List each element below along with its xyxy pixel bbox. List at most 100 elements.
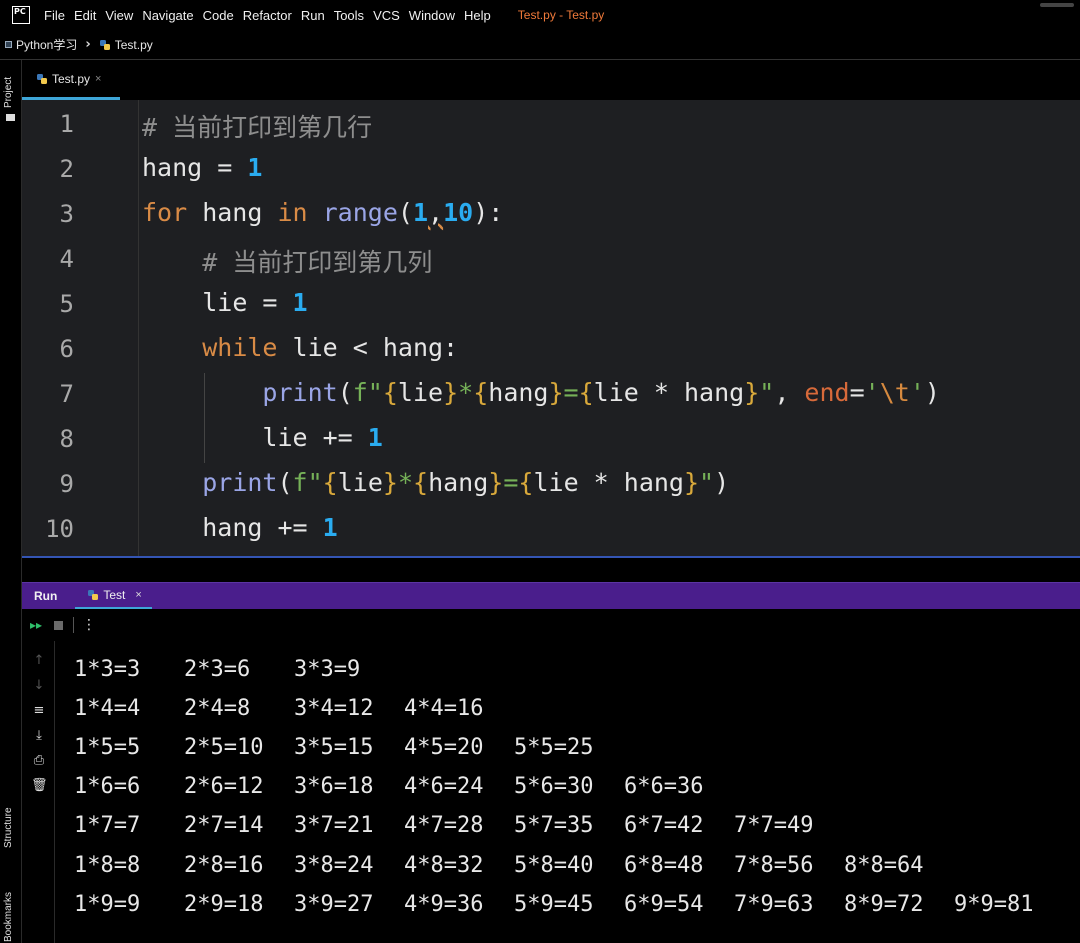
python-file-icon — [99, 39, 110, 50]
line-number-gutter: 1 2 3 4 5 6 7 8 9 10 — [22, 100, 139, 556]
output-cell: 7*7=49 — [734, 813, 814, 838]
console-line: 1*8=8 2*8=16 3*8=24 4*8=32 5*8=40 6*8=48 7*8=5… — [74, 853, 954, 883]
window-drag-handle[interactable] — [1040, 3, 1074, 7]
line-number: 10 — [45, 515, 74, 543]
code-string: f" — [292, 468, 323, 497]
code-text: lie < hang: — [277, 333, 459, 362]
code-line-6: while lie < hang: — [142, 333, 458, 362]
code-string: ' — [864, 378, 880, 407]
soft-wrap-icon[interactable]: ≡ — [31, 703, 47, 718]
output-cell: 6*7=42 — [624, 813, 704, 838]
output-cell: 4*7=28 — [404, 813, 484, 838]
bookmarks-tool-button[interactable]: Bookmarks — [3, 892, 14, 942]
code-editor[interactable]: 1 2 3 4 5 6 7 8 9 10 # 当前打印到第几行 hang = 1… — [22, 100, 1080, 558]
project-tool-button[interactable]: Project — [3, 77, 14, 108]
line-number: 7 — [59, 380, 74, 408]
output-cell: 2*7=14 — [184, 813, 264, 838]
code-identifier: lie * hang — [533, 468, 684, 497]
code-identifier: hang — [187, 198, 278, 227]
code-escape: \t — [879, 378, 910, 407]
menu-help[interactable]: Help — [464, 8, 491, 23]
code-punct: ) — [924, 378, 940, 407]
python-run-config-icon — [88, 589, 99, 600]
pycharm-logo-icon: PC — [12, 6, 30, 24]
print-icon[interactable]: ⎙ — [31, 753, 47, 768]
window-title: Test.py - Test.py — [517, 8, 605, 22]
output-cell: 5*9=45 — [514, 892, 594, 917]
menu-vcs[interactable]: VCS — [373, 8, 400, 23]
tab-test-py[interactable]: Test.py × — [22, 61, 120, 100]
code-operator: = — [202, 153, 248, 182]
output-cell: 2*3=6 — [184, 657, 251, 682]
output-cell: 1*8=8 — [74, 853, 141, 878]
code-number: 1 — [367, 423, 383, 452]
menu-run[interactable]: Run — [301, 8, 325, 23]
output-cell: 2*8=16 — [184, 853, 264, 878]
code-identifier: lie — [202, 288, 248, 317]
close-icon[interactable]: × — [95, 73, 101, 85]
code-number: 1 — [412, 198, 429, 227]
output-cell: 3*8=24 — [294, 853, 374, 878]
menu-file[interactable]: File — [44, 8, 65, 23]
output-cell: 1*6=6 — [74, 774, 141, 799]
output-cell: 3*9=27 — [294, 892, 374, 917]
console-output[interactable]: 1*3=3 2*3=6 3*3=9 1*4=4 2*4=8 3*4=12 4*4=16 1… — [56, 641, 1080, 943]
code-string: * — [397, 468, 413, 497]
code-keyword: in — [277, 198, 308, 227]
code-punct: ) — [714, 468, 730, 497]
menu-bar: PC File Edit View Navigate Code Refactor… — [0, 0, 1080, 30]
code-operator: += — [262, 513, 323, 542]
output-cell: 8*9=72 — [844, 892, 924, 917]
code-string: = — [563, 378, 579, 407]
menu-view[interactable]: View — [105, 8, 133, 23]
code-punct: ( — [397, 198, 413, 227]
menu-window[interactable]: Window — [409, 8, 455, 23]
breadcrumb-file[interactable]: Test.py — [115, 38, 153, 52]
left-tool-strip: Project Structure Bookmarks — [0, 60, 22, 943]
code-brace: { — [382, 378, 398, 407]
scroll-to-end-icon[interactable]: ⤓ — [31, 728, 47, 743]
code-line-3: for hang in range(1,10): — [142, 198, 503, 227]
run-toolbar: ▸▸ ⋮ — [22, 609, 1080, 641]
code-line-8: lie += 1 — [142, 423, 383, 452]
arrow-down-icon[interactable]: ↓ — [31, 678, 47, 693]
code-line-4: # 当前打印到第几列 — [142, 243, 432, 279]
code-punct: ): — [473, 198, 504, 227]
menu-navigate[interactable]: Navigate — [142, 8, 193, 23]
output-cell: 1*9=9 — [74, 892, 141, 917]
code-identifier: lie * hang — [593, 378, 745, 407]
close-icon[interactable]: × — [135, 589, 141, 601]
menu-code[interactable]: Code — [203, 8, 234, 23]
stop-icon[interactable] — [54, 620, 64, 630]
menu-edit[interactable]: Edit — [74, 8, 96, 23]
code-operator: += — [307, 423, 368, 452]
rerun-icon[interactable]: ▸▸ — [30, 618, 42, 632]
line-number: 6 — [59, 335, 74, 363]
menu-refactor[interactable]: Refactor — [243, 8, 292, 23]
code-line-7: print(f"{lie}*{hang}={lie * hang}", end=… — [142, 378, 940, 407]
menu-tools[interactable]: Tools — [334, 8, 364, 23]
output-cell: 7*9=63 — [734, 892, 814, 917]
structure-tool-button[interactable]: Structure — [3, 807, 14, 848]
code-string: ' — [909, 378, 925, 407]
code-punct: ( — [337, 378, 353, 407]
more-options-icon[interactable]: ⋮ — [82, 617, 96, 633]
code-identifier: lie — [397, 378, 444, 407]
arrow-up-icon[interactable]: ↑ — [31, 653, 47, 668]
output-cell: 1*3=3 — [74, 657, 141, 682]
code-brace: } — [744, 378, 760, 407]
code-string: f" — [352, 378, 383, 407]
output-cell: 4*6=24 — [404, 774, 484, 799]
output-cell: 3*6=18 — [294, 774, 374, 799]
tab-run-test[interactable]: Test × — [75, 583, 152, 610]
trash-icon[interactable]: 🗑 — [31, 778, 48, 793]
code-line-9: print(f"{lie}*{hang}={lie * hang}") — [142, 468, 729, 497]
code-brace: } — [488, 468, 504, 497]
code-line-2: hang = 1 — [142, 153, 262, 182]
output-cell: 2*9=18 — [184, 892, 264, 917]
breadcrumb-project[interactable]: Python学习 — [16, 36, 77, 53]
code-comment: # 当前打印到第几行 — [142, 113, 373, 142]
project-folder-icon — [5, 41, 12, 48]
code-brace: } — [683, 468, 700, 497]
code-identifier: lie — [262, 423, 308, 452]
